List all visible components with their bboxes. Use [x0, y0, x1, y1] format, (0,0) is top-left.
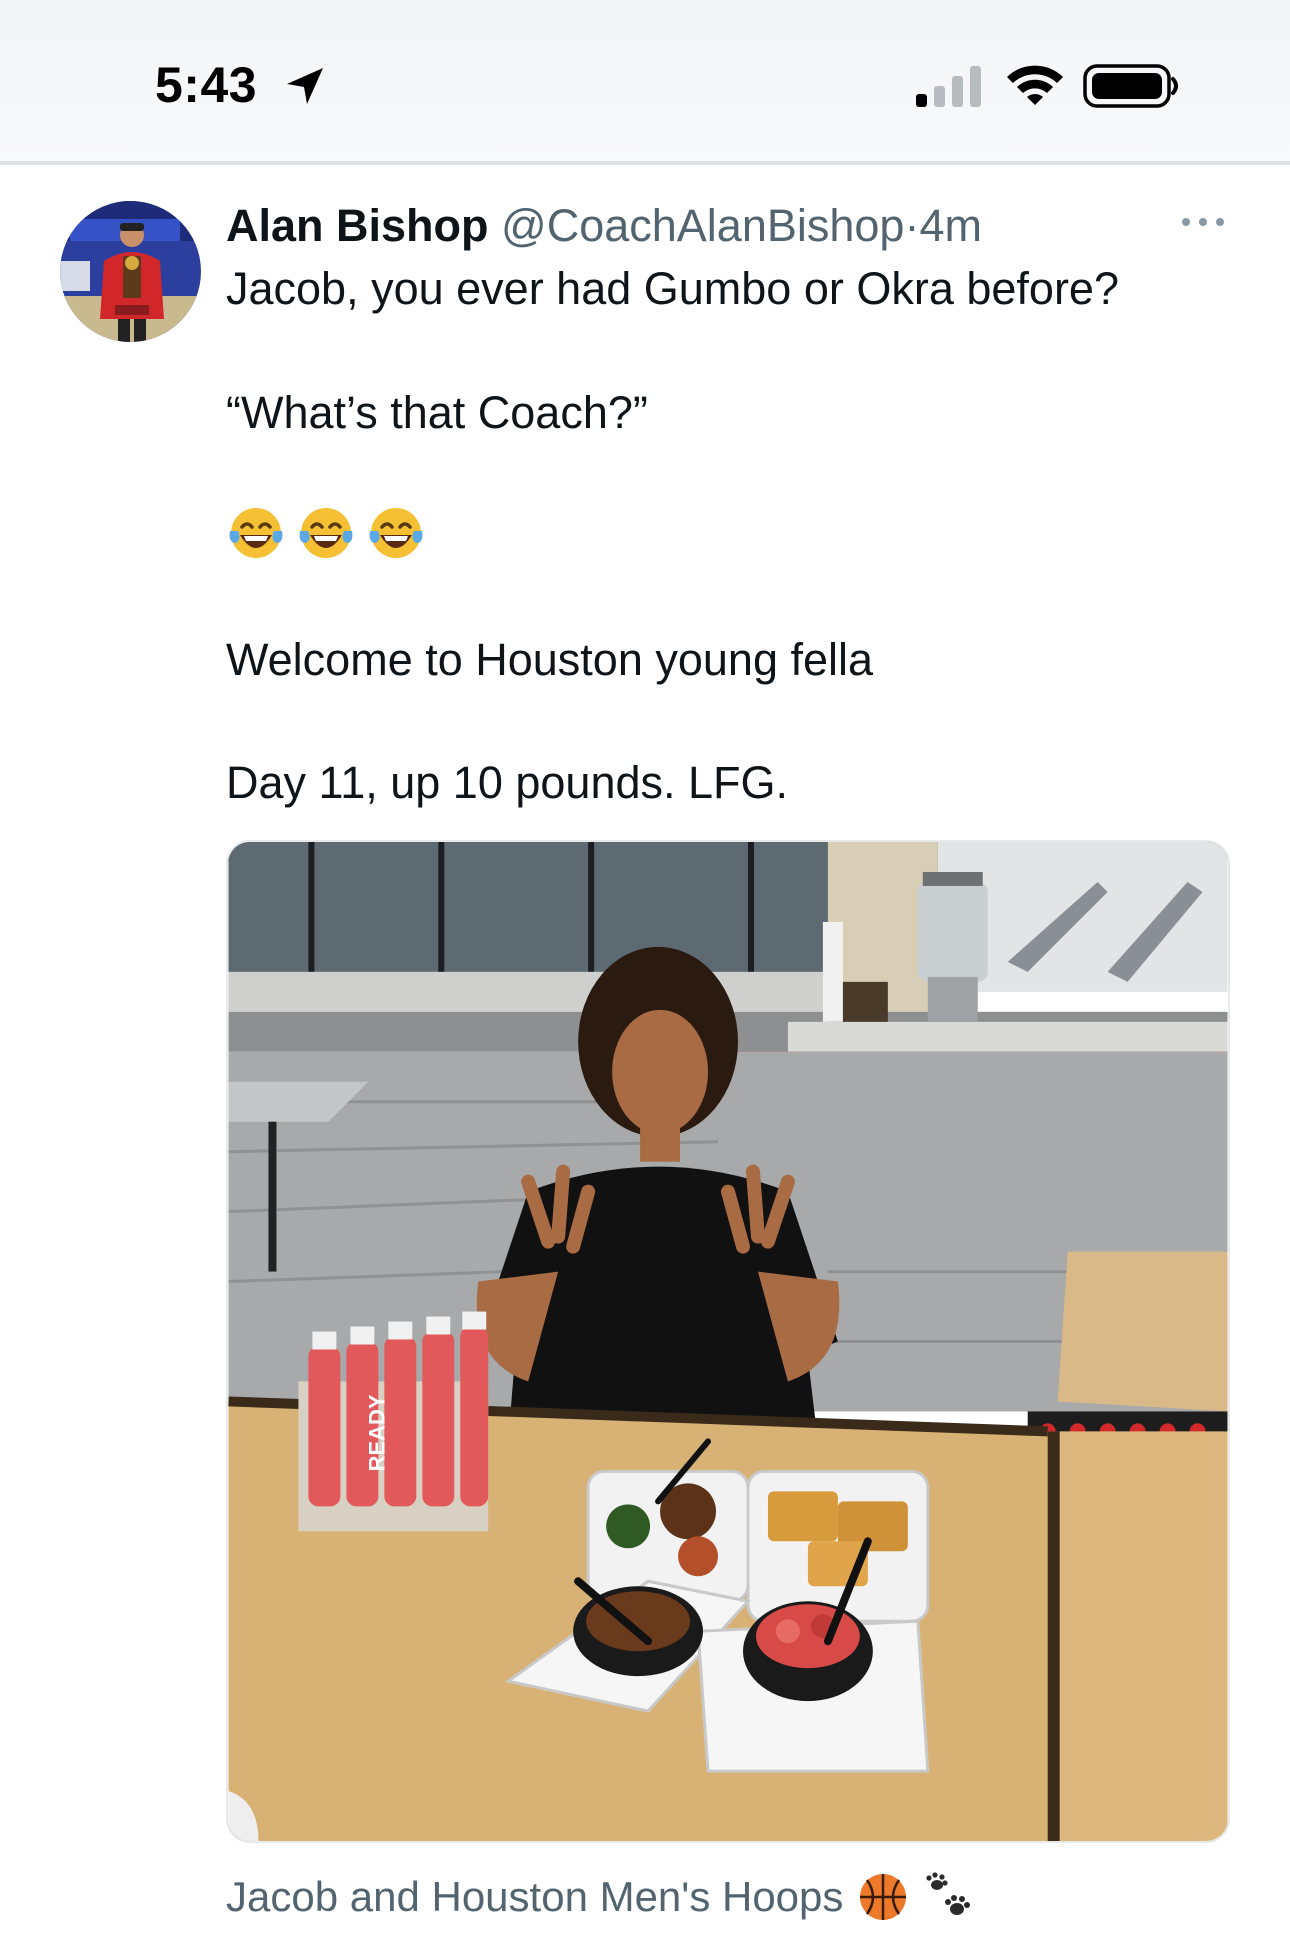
more-options-icon[interactable]: [1178, 210, 1228, 234]
header-divider: [0, 161, 1290, 165]
tweet-text-line-3: Welcome to Houston young fella: [226, 634, 874, 685]
tweet-header: Alan Bishop @CoachAlanBishop·4m: [226, 196, 982, 256]
tagged-users-row[interactable]: Jacob and Houston Men's Hoops: [226, 1867, 975, 1927]
face-with-tears-of-joy-icon: [369, 508, 423, 558]
face-with-tears-of-joy-icon: [299, 508, 353, 558]
tagged-users-text: Jacob and Houston Men's Hoops: [226, 1873, 844, 1920]
location-arrow-icon: [287, 68, 323, 104]
tweet-text-line-2: “What’s that Coach?”: [226, 387, 648, 438]
status-bar: 5:43: [0, 0, 1290, 162]
photo-illustration: READY: [228, 842, 1228, 1841]
author-handle[interactable]: @CoachAlanBishop: [501, 200, 904, 251]
author-display-name[interactable]: Alan Bishop: [226, 200, 489, 251]
author-avatar[interactable]: [60, 201, 201, 342]
cellular-signal-icon: [916, 66, 981, 107]
tweet-timestamp[interactable]: 4m: [919, 200, 982, 251]
tweet-text-line-4: Day 11, up 10 pounds. LFG.: [226, 757, 789, 808]
bottle-label: READY: [364, 1394, 389, 1471]
basketball-icon: [860, 1874, 907, 1920]
battery-icon: [1083, 64, 1178, 108]
face-with-tears-of-joy-icon: [229, 508, 283, 558]
paw-prints-icon: [926, 1872, 971, 1915]
tweet-text-line-1: Jacob, you ever had Gumbo or Okra before…: [226, 263, 1119, 314]
status-time: 5:43: [155, 57, 258, 113]
emoji-row: [226, 503, 426, 565]
wifi-icon: [1007, 65, 1063, 105]
header-separator: ·: [904, 200, 920, 251]
tweet-photo[interactable]: READY: [226, 840, 1230, 1843]
avatar-photo: [60, 201, 201, 342]
